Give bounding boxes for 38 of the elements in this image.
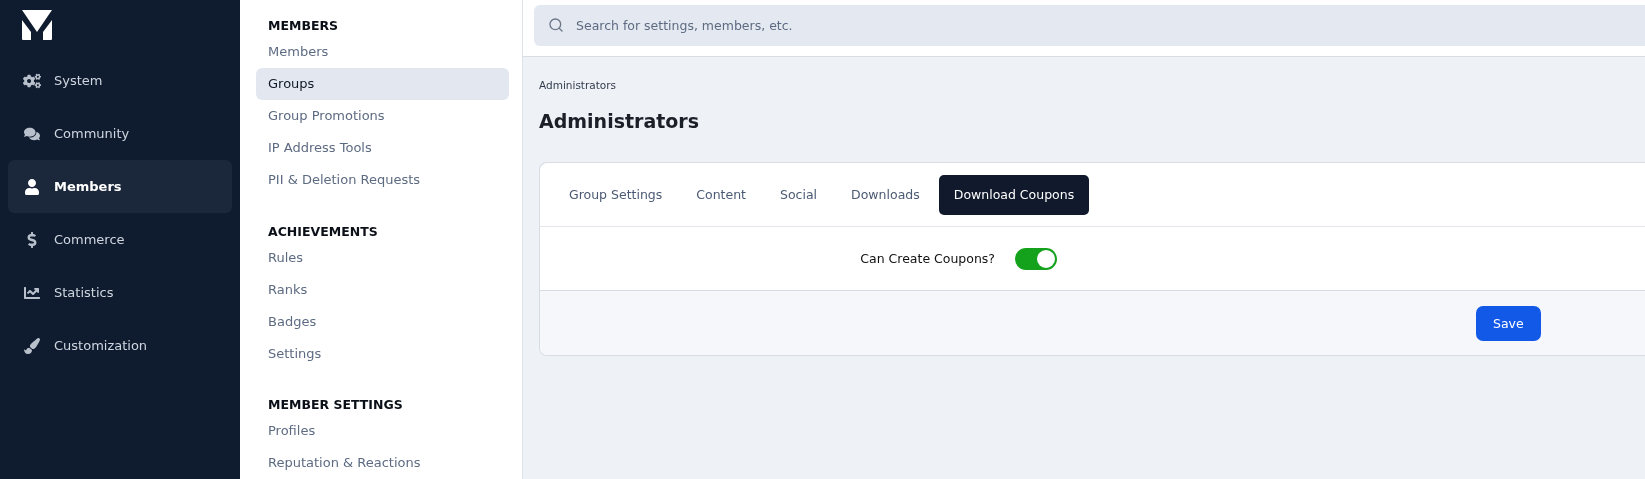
person-icon — [22, 178, 42, 195]
section-heading: MEMBERS — [267, 17, 340, 35]
brush-icon — [22, 337, 42, 354]
menu-item[interactable]: Settings — [256, 337, 509, 370]
tab[interactable]: Downloads — [836, 174, 935, 215]
search-icon — [548, 17, 564, 33]
menu-item[interactable]: Groups — [256, 68, 509, 100]
menu-item[interactable]: Badges — [256, 305, 509, 338]
save-button[interactable]: Save — [1476, 305, 1541, 341]
menu-item[interactable]: IP Address Tools — [256, 132, 509, 164]
menu-item[interactable]: Ranks — [256, 273, 509, 306]
nav-item[interactable]: Community — [8, 107, 232, 160]
nav-item[interactable]: Commerce — [8, 213, 232, 266]
nav-item[interactable]: Members — [8, 160, 232, 213]
toggle-switch[interactable] — [1015, 247, 1057, 270]
nav-item[interactable]: System — [8, 54, 232, 107]
nav-item[interactable]: Statistics — [8, 266, 232, 319]
menu-item[interactable]: PII & Deletion Requests — [256, 164, 509, 196]
logo-icon — [22, 10, 52, 40]
menu-item[interactable]: Members — [256, 36, 509, 68]
tab[interactable]: Download Coupons — [938, 174, 1090, 215]
nav-item[interactable]: Customization — [8, 319, 232, 372]
section-heading: ACHIEVEMENTS — [267, 222, 379, 241]
tab[interactable]: Group Settings — [554, 174, 678, 215]
menu-item[interactable]: Profiles — [256, 415, 509, 447]
section-heading: MEMBER SETTINGS — [267, 396, 404, 414]
menu-item[interactable]: Reputation & Reactions — [256, 447, 509, 479]
gears-icon — [22, 71, 42, 90]
search-field[interactable]: Search for settings, members, etc. — [534, 5, 1645, 46]
page-title: Administrators — [539, 110, 701, 132]
tab[interactable]: Content — [681, 174, 762, 215]
breadcrumb: Administrators — [539, 79, 618, 93]
menu-item[interactable]: Rules — [256, 241, 509, 274]
speech-bubbles-icon — [22, 125, 42, 142]
tab[interactable]: Social — [765, 174, 833, 215]
menu-item[interactable]: Group Promotions — [256, 100, 509, 132]
line-chart-icon — [22, 284, 42, 301]
setting-label: Can Create Coupons? — [860, 251, 995, 266]
